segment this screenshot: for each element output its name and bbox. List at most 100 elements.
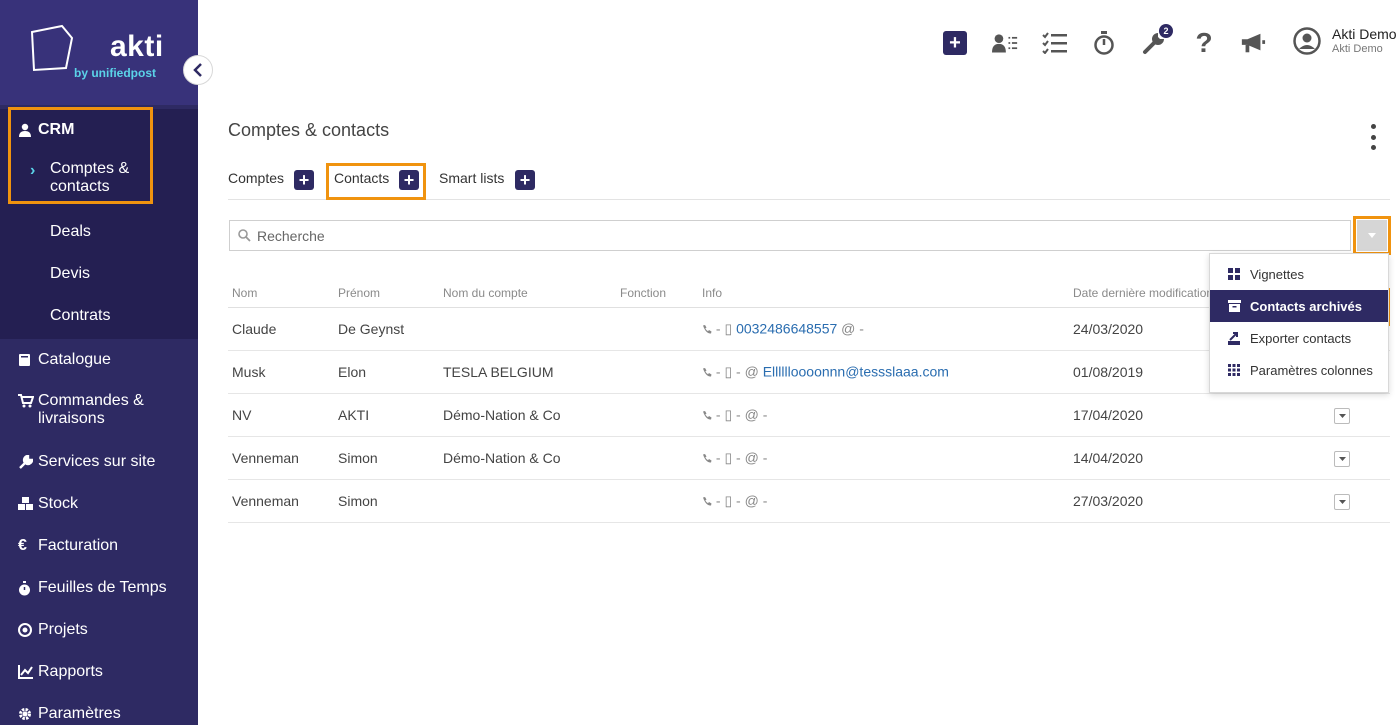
search-bar [229,220,1351,251]
column-compte[interactable]: Nom du compte [443,286,528,300]
column-prenom[interactable]: Prénom [338,286,380,300]
sidebar-item-label: Stock [38,495,79,512]
cell-date: 14/04/2020 [1073,450,1144,466]
sidebar-item-crm[interactable]: CRM [0,109,198,151]
row-actions-button[interactable] [1334,451,1350,467]
cell-compte[interactable]: Démo-Nation & Co [443,450,561,466]
crm-section: CRM › Comptes & contacts Deals Devis Con… [0,109,198,339]
info-cell: - ▯ 0032486648557 @ - [702,321,864,338]
help-icon[interactable]: ? [1191,27,1217,58]
sidebar-item-rapports[interactable]: Rapports [0,651,198,693]
sidebar-item-facturation[interactable]: € Facturation [0,525,198,567]
phone-link[interactable]: 0032486648557 [736,321,837,337]
caret-down-icon [1338,457,1346,461]
sidebar-item-commandes[interactable]: Commandes & livraisons [0,381,198,441]
row-actions-button[interactable] [1334,408,1350,424]
euro-icon: € [18,537,27,554]
menu-item-exporter-contacts[interactable]: Exporter contacts [1210,322,1388,354]
collapse-sidebar-button[interactable] [183,55,213,85]
row-actions-button[interactable] [1334,494,1350,510]
sidebar-item-parametres[interactable]: Paramètres [0,693,198,725]
mobile-icon: ▯ [724,406,733,423]
sidebar-item-services[interactable]: Services sur site [0,441,198,483]
sidebar-item-comptes-contacts[interactable]: › Comptes & contacts [0,151,198,211]
cell-date: 01/08/2019 [1073,364,1144,380]
chevron-left-icon [193,63,202,77]
menu-item-label: Vignettes [1250,266,1304,282]
sidebar-item-deals[interactable]: Deals [0,211,198,253]
sidebar-item-label: Facturation [38,537,119,554]
sidebar-item-label: CRM [38,121,75,138]
options-menu: Vignettes Contacts archivés Exporter con… [1209,253,1389,393]
cell-nom: Claude [232,321,277,337]
tools-wrench-icon[interactable]: 2 [1141,24,1173,56]
timer-icon[interactable] [1091,30,1117,56]
phone-icon [703,368,712,377]
brand-sub: by unifiedpost [74,66,156,80]
add-compte-button[interactable]: + [294,170,314,190]
cell-compte[interactable]: TESLA BELGIUM [443,364,553,380]
sidebar-item-label: Feuilles de Temps [38,579,167,596]
cell-compte[interactable]: Démo-Nation & Co [443,407,561,423]
menu-item-contacts-archives[interactable]: Contacts archivés [1210,290,1388,322]
mobile-icon: ▯ [724,492,733,509]
search-input[interactable] [257,227,1257,244]
gear-icon [18,707,38,721]
akti-logo-icon [30,24,74,72]
menu-item-parametres-colonnes[interactable]: Paramètres colonnes [1210,354,1388,386]
sidebar-item-catalogue[interactable]: Catalogue [0,339,198,381]
wrench-icon [18,454,38,470]
sidebar-logo[interactable]: akti by unifiedpost [0,0,198,105]
phone-icon [703,454,712,463]
table-row[interactable]: Venneman Simon - ▯ - @ - 27/03/2020 [228,480,1390,523]
column-nom[interactable]: Nom [232,286,257,300]
tools-badge: 2 [1159,24,1173,38]
tasks-checklist-icon[interactable] [1042,30,1068,56]
email-link[interactable]: Elllllloooonnn@tessslaaa.com [763,364,949,380]
table-row[interactable]: NV AKTI Démo-Nation & Co - ▯ - @ - 17/04/20… [228,394,1390,437]
mobile-icon: ▯ [724,363,733,380]
cell-prenom: Simon [338,493,378,509]
cell-prenom: De Geynst [338,321,405,337]
tab-comptes[interactable]: Comptes [228,170,284,186]
sidebar-item-stock[interactable]: Stock [0,483,198,525]
user-name[interactable]: Akti Demo [1332,26,1397,42]
column-date[interactable]: Date dernière modification [1073,286,1213,300]
sidebar-item-feuilles-temps[interactable]: Feuilles de Temps [0,567,198,609]
tab-contacts[interactable]: Contacts [334,170,389,186]
archive-icon [1228,300,1250,312]
brand-name: akti [110,30,164,63]
topbar: + 2 ? Akti Demo Akti Demo [198,0,1398,85]
sidebar-item-contrats[interactable]: Contrats [0,295,198,337]
caret-down-icon [1338,414,1346,418]
sidebar-item-label: Commandes & livraisons [38,392,144,427]
cell-date: 17/04/2020 [1073,407,1144,423]
sidebar-item-projets[interactable]: Projets [0,609,198,651]
options-dropdown-button[interactable] [1357,220,1387,251]
sidebar-item-devis[interactable]: Devis [0,253,198,295]
add-smart-list-button[interactable]: + [515,170,535,190]
phone-icon [703,497,712,506]
menu-item-label: Paramètres colonnes [1250,362,1373,378]
table-row[interactable]: Venneman Simon Démo-Nation & Co - ▯ - @ - 1… [228,437,1390,480]
user-avatar-icon[interactable] [1293,27,1321,55]
cart-icon [18,392,38,408]
menu-item-vignettes[interactable]: Vignettes [1210,258,1388,290]
target-icon [18,623,38,637]
column-fonction[interactable]: Fonction [620,286,666,300]
book-icon [18,353,38,367]
user-company: Akti Demo [1332,43,1383,55]
tab-smart-lists[interactable]: Smart lists [439,170,504,186]
more-options-icon[interactable] [1366,124,1380,150]
add-contact-button[interactable]: + [399,170,419,190]
info-cell: - ▯ - @ - [702,407,767,424]
user-icon [18,123,38,137]
export-icon [1228,331,1250,345]
cell-date: 27/03/2020 [1073,493,1144,509]
quick-add-button[interactable]: + [943,31,967,55]
contacts-list-icon[interactable] [992,30,1018,56]
boxes-icon [18,497,38,511]
sidebar-item-label: Paramètres [38,705,121,722]
announcements-megaphone-icon[interactable] [1240,30,1266,56]
grid-icon [1228,268,1250,280]
